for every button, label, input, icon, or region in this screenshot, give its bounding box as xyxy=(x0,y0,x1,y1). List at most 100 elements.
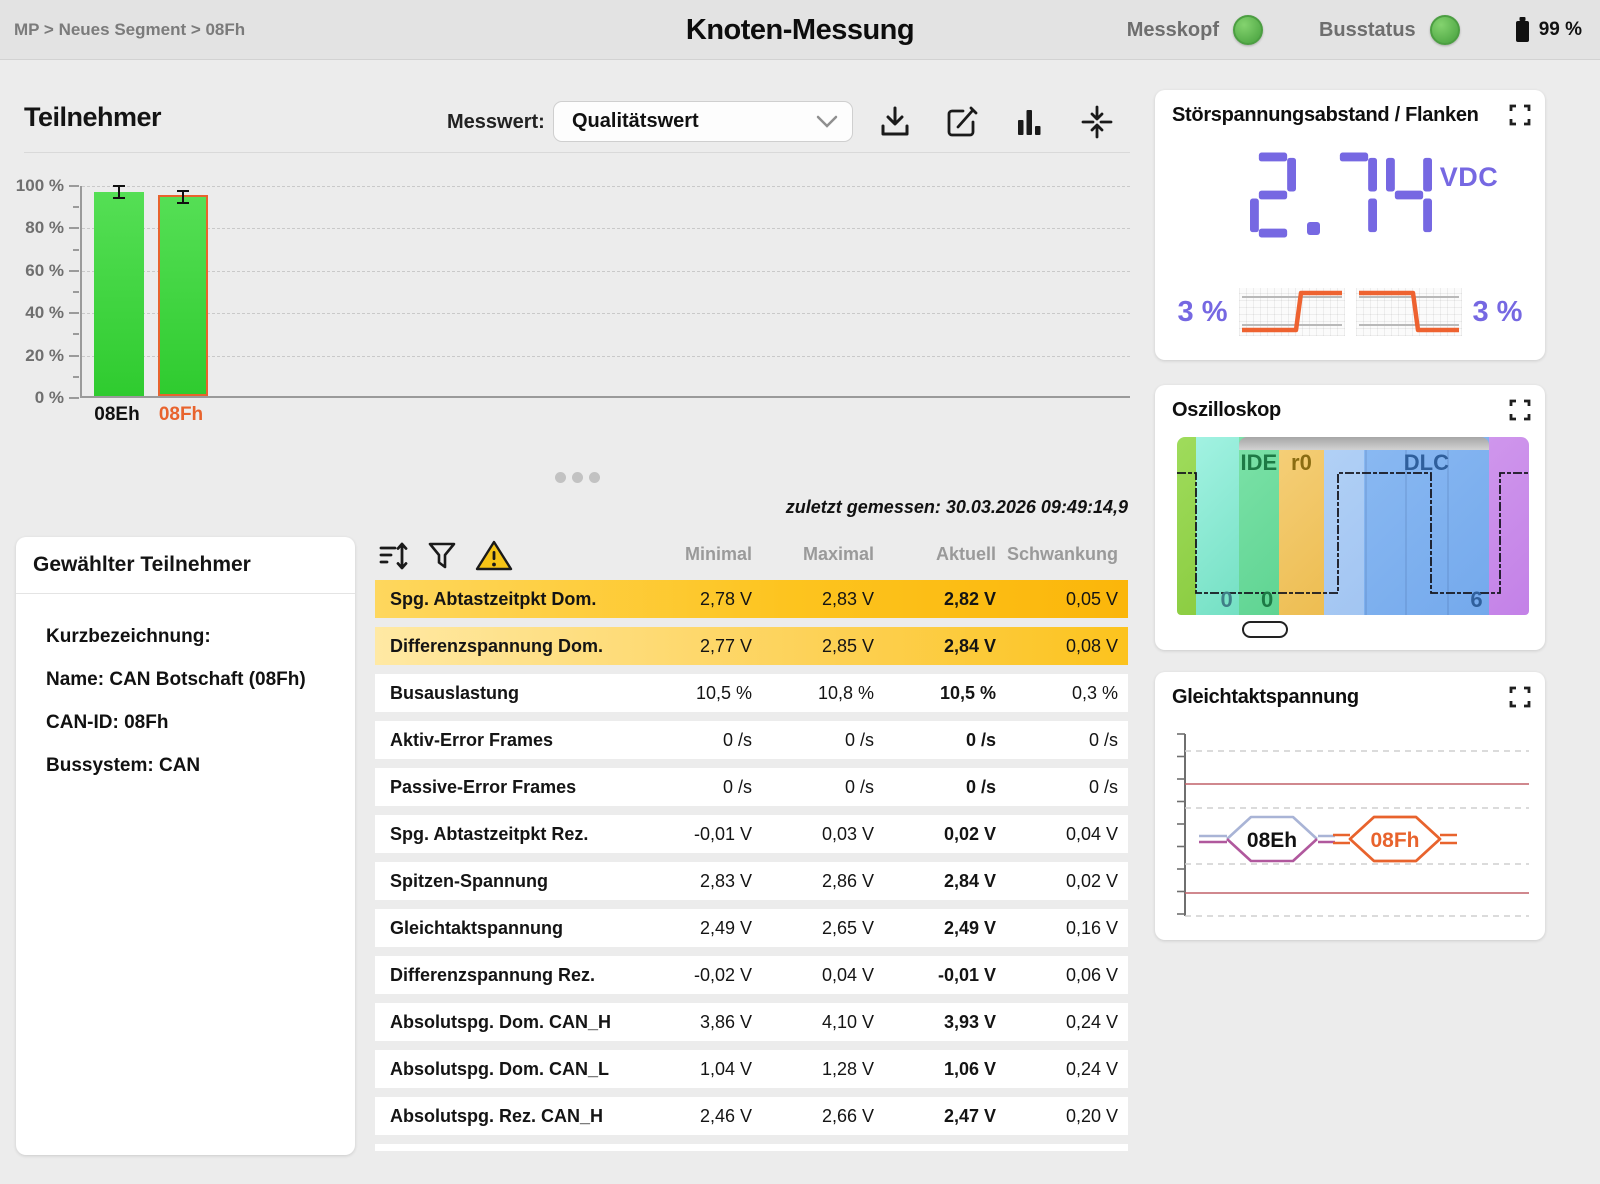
compress-icon xyxy=(1080,104,1114,140)
seven-segment-value xyxy=(1250,152,1432,238)
can-frame-scope[interactable]: 0IDE0r0DLC6 xyxy=(1177,437,1529,615)
table-row[interactable]: Differenzspannung Rez.-0,02 V0,04 V-0,01… xyxy=(375,956,1128,994)
cell: 2,65 V xyxy=(752,918,874,939)
eye-08Fh[interactable]: 08Fh xyxy=(1333,817,1457,861)
cell: 2,66 V xyxy=(752,1106,874,1127)
table-row[interactable]: Passive-Error Frames0 /s0 /s0 /s0 /s xyxy=(375,768,1128,806)
cell: 0,24 V xyxy=(996,1012,1118,1033)
battery-indicator: 99 % xyxy=(1514,16,1582,44)
table-row[interactable]: Spitzen-Spannung2,83 V2,86 V2,84 V0,02 V xyxy=(375,862,1128,900)
expand-button[interactable] xyxy=(1508,103,1532,127)
table-row[interactable]: Busauslastung10,5 %10,8 %10,5 %0,3 % xyxy=(375,674,1128,712)
cell: 0,06 V xyxy=(996,965,1118,986)
cell: 2,49 V xyxy=(630,918,752,939)
axis-ticks xyxy=(1177,734,1185,914)
cell: 0 /s xyxy=(752,730,874,751)
messwert-dropdown[interactable]: Qualitätswert xyxy=(553,101,853,142)
cell: Absolutspg. Dom. CAN_L xyxy=(390,1059,630,1080)
messkopf-label: Messkopf xyxy=(1127,19,1219,42)
x-label-08Fh[interactable]: 08Fh xyxy=(149,404,213,426)
edit-icon xyxy=(945,104,979,140)
cell: 0,02 V xyxy=(996,871,1118,892)
edge-percent-row: 3 % 3 % xyxy=(1155,288,1545,336)
scope-label-IDE: IDE xyxy=(1240,450,1277,476)
cell: -0,01 V xyxy=(874,965,996,986)
gleichtakt-title: Gleichtaktspannung xyxy=(1172,686,1359,709)
cell: Spg. Abtastzeitpkt Dom. xyxy=(390,589,630,610)
table-row[interactable]: Gleichtaktspannung2,49 V2,65 V2,49 V0,16… xyxy=(375,909,1128,947)
header-bar: MP > Neues Segment > 08Fh Knoten-Messung… xyxy=(0,0,1600,60)
col-schwankung[interactable]: Schwankung xyxy=(996,544,1118,565)
eye-08Eh[interactable]: 08Eh xyxy=(1199,817,1335,861)
participant-info-line: CAN-ID: 08Fh xyxy=(46,701,306,744)
scope-scroll-handle[interactable] xyxy=(1242,621,1288,638)
participant-info-list: Kurzbezeichnung:Name: CAN Botschaft (08F… xyxy=(46,615,306,787)
cell: 2,47 V xyxy=(874,1106,996,1127)
decimal-point xyxy=(1307,222,1320,235)
right-edge-percent: 3 % xyxy=(1473,296,1523,329)
y-tick-label: 0 % xyxy=(8,388,64,408)
table-row[interactable]: Spg. Abtastzeitpkt Dom.2,78 V2,83 V2,82 … xyxy=(375,580,1128,618)
scope-bit-value: 6 xyxy=(1470,587,1482,613)
download-button[interactable] xyxy=(878,104,912,140)
scope-bit-value: 0 xyxy=(1261,587,1273,613)
cell: Busauslastung xyxy=(390,683,630,704)
stoerspannung-panel: Störspannungsabstand / Flanken VDC 3 % xyxy=(1155,90,1545,360)
fullscreen-icon xyxy=(1508,103,1532,127)
edit-button[interactable] xyxy=(945,104,979,140)
col-aktuell[interactable]: Aktuell xyxy=(874,544,996,565)
measurement-table: Minimal Maximal Aktuell Schwankung xyxy=(375,537,1128,1151)
cell: 0,05 V xyxy=(996,589,1118,610)
table-row[interactable]: Aktiv-Error Frames0 /s0 /s0 /s0 /s xyxy=(375,721,1128,759)
seven-segment-digit xyxy=(1331,152,1377,238)
cell: 2,77 V xyxy=(630,636,752,657)
gleichtakt-chart[interactable]: 08Eh 08Fh xyxy=(1167,726,1533,926)
error-bar xyxy=(175,189,191,210)
participant-info-line: Bussystem: CAN xyxy=(46,744,306,787)
expand-button[interactable] xyxy=(1508,685,1532,709)
participant-info-line: Kurzbezeichnung: xyxy=(46,615,306,658)
bar-08Eh[interactable] xyxy=(94,192,144,396)
cell: 0 /s xyxy=(874,730,996,751)
teilnehmer-section-title: Teilnehmer xyxy=(24,102,161,133)
cell: 2,83 V xyxy=(752,589,874,610)
panel-resize-handle[interactable] xyxy=(555,472,600,483)
filter-button[interactable] xyxy=(427,540,457,577)
bar-chart-button[interactable] xyxy=(1012,104,1046,140)
cell: 0 /s xyxy=(752,777,874,798)
warning-button[interactable] xyxy=(474,539,514,578)
cell: 0,3 % xyxy=(996,683,1118,704)
messkopf-status-indicator xyxy=(1233,15,1263,45)
cell: 0 /s xyxy=(630,730,752,751)
y-tick-label: 80 % xyxy=(8,218,64,238)
download-icon xyxy=(878,104,912,140)
cell: Spitzen-Spannung xyxy=(390,871,630,892)
col-minimal[interactable]: Minimal xyxy=(630,544,752,565)
seven-segment-digit xyxy=(1250,152,1296,238)
col-maximal[interactable]: Maximal xyxy=(752,544,874,565)
teilnehmer-bar-chart[interactable] xyxy=(80,186,1130,398)
error-bar xyxy=(111,184,127,205)
compress-button[interactable] xyxy=(1080,104,1114,140)
table-row[interactable]: Spg. Abtastzeitpkt Rez.-0,01 V0,03 V0,02… xyxy=(375,815,1128,853)
cell: Absolutspg. Rez. CAN_H xyxy=(390,1106,630,1127)
cell: 0 /s xyxy=(996,730,1118,751)
filter-icon xyxy=(427,540,457,572)
table-row[interactable]: Absolutspg. Dom. CAN_L1,04 V1,28 V1,06 V… xyxy=(375,1050,1128,1088)
table-row[interactable]: Differenzspannung Dom.2,77 V2,85 V2,84 V… xyxy=(375,627,1128,665)
bar-08Fh[interactable] xyxy=(158,195,208,396)
busstatus-label: Busstatus xyxy=(1319,19,1416,42)
table-row[interactable]: Absolutspg. Dom. CAN_H3,86 V4,10 V3,93 V… xyxy=(375,1003,1128,1041)
cell: 0,08 V xyxy=(996,636,1118,657)
scope-bit-value: 0 xyxy=(1220,587,1232,613)
table-row[interactable]: Absolutspg. Rez. CAN_H2,46 V2,66 V2,47 V… xyxy=(375,1097,1128,1135)
battery-percent: 99 % xyxy=(1539,19,1582,41)
cell: 2,83 V xyxy=(630,871,752,892)
expand-button[interactable] xyxy=(1508,398,1532,422)
x-label-08Eh[interactable]: 08Eh xyxy=(85,404,149,426)
cell: 10,5 % xyxy=(874,683,996,704)
left-edge-percent: 3 % xyxy=(1178,296,1228,329)
selected-participant-panel: Gewählter Teilnehmer Kurzbezeichnung:Nam… xyxy=(16,537,355,1155)
oszilloskop-panel: Oszilloskop 0IDE0r0DLC6 xyxy=(1155,385,1545,650)
sort-button[interactable] xyxy=(378,540,410,577)
